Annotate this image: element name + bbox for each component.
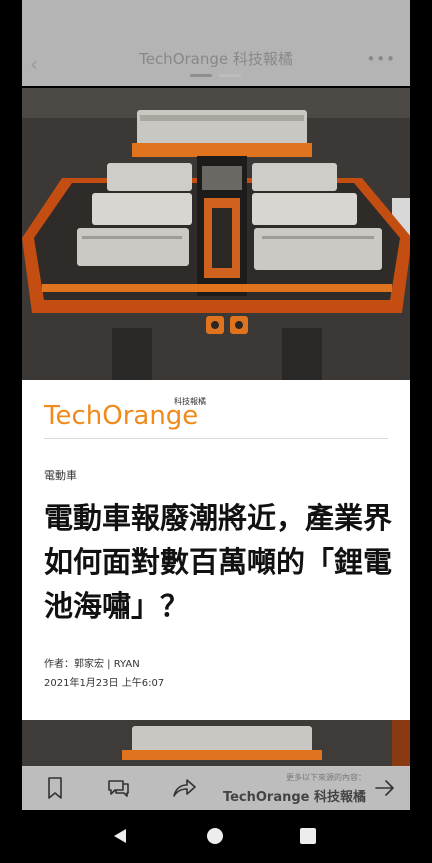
more-from-source-label: 更多以下來源的內容： [286,773,366,782]
source-name-link[interactable]: TechOrange 科技報橘 [223,786,366,805]
svg-text:科技報橘: 科技報橘 [174,396,206,406]
bookmark-icon[interactable] [42,775,68,801]
hero-image-battery-pack [22,88,410,380]
more-dots-icon[interactable]: ••• [366,50,396,68]
techorange-logo: TechOrange 科技報橘 [44,396,206,431]
back-triangle-icon[interactable] [112,828,128,844]
recents-square-icon[interactable] [300,828,316,844]
publication-title: TechOrange 科技報橘 [139,50,293,68]
logo-divider [44,438,388,439]
battery-pack-illustration [22,88,410,380]
article-title: 電動車報廢潮將近，產業界如何面對數百萬噸的「鋰電池海嘯」？ [44,501,393,623]
article-category[interactable]: 電動車 [44,467,77,483]
next-image-peek [22,720,410,767]
article-author: 作者：郭家宏 | RYAN [44,659,140,670]
article-date: 2021年1月23日 上午6:07 [44,678,165,689]
top-bar: ‹ TechOrange 科技報橘 ••• [22,0,410,86]
page-indicator-inactive [219,74,241,77]
comment-icon[interactable] [105,775,131,801]
home-circle-icon[interactable] [207,828,223,844]
page-indicator-active [190,74,212,77]
system-navigation-bar [0,810,432,863]
bottom-action-bar: 更多以下來源的內容： TechOrange 科技報橘 [22,766,410,810]
article-card[interactable]: TechOrange 科技報橘 電動車 電動車報廢潮將近，產業界如何面對數百萬噸… [22,380,410,720]
arrow-right-icon[interactable] [374,778,396,798]
share-icon[interactable] [171,775,197,801]
battery-pack-peek-illustration [22,720,410,767]
